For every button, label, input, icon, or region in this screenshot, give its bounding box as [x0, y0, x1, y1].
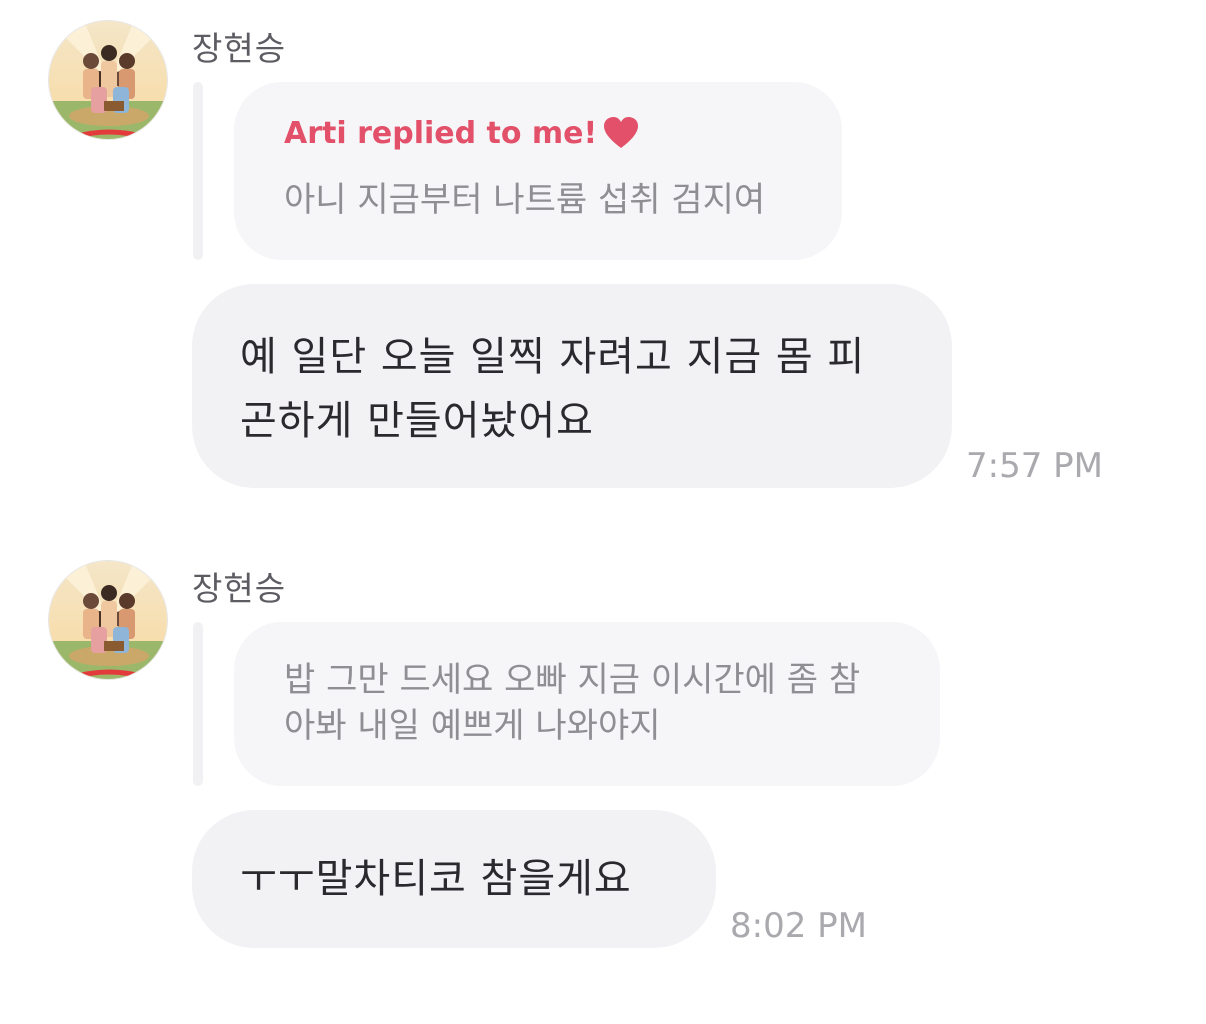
- message-text-line: 곤하게 만들어놨어요: [240, 398, 594, 444]
- reply-text: 아니 지금부터 나트륨 섭취 검지여: [284, 180, 766, 220]
- message-text-line: 예 일단 오늘 일찍 자려고 지금 몸 피: [240, 334, 866, 380]
- avatar[interactable]: [48, 20, 168, 140]
- message-bubble[interactable]: ㅜㅜ말차티코 참을게요: [192, 810, 716, 948]
- message-text-line: ㅜㅜ말차티코 참을게요: [240, 856, 632, 902]
- timestamp: 7:57 PM: [966, 446, 1103, 486]
- message-bubble[interactable]: 예 일단 오늘 일찍 자려고 지금 몸 피 곤하게 만들어놨어요: [192, 284, 952, 488]
- heart-icon: [603, 116, 639, 158]
- reply-indicator: [193, 622, 203, 786]
- group-photo-avatar: [49, 21, 167, 139]
- sender-name: 장현승: [192, 569, 287, 608]
- reply-text-line: 아봐 내일 예쁘게 나와야지: [284, 706, 661, 746]
- quoted-reply[interactable]: Arti replied to me! 아니 지금부터 나트륨 섭취 검지여: [234, 82, 842, 260]
- group-photo-avatar: [49, 561, 167, 679]
- timestamp: 8:02 PM: [730, 906, 867, 946]
- reply-text-line: 밥 그만 드세요 오빠 지금 이시간에 좀 참: [284, 660, 861, 700]
- avatar[interactable]: [48, 560, 168, 680]
- reply-indicator: [193, 82, 203, 260]
- reply-header: Arti replied to me!: [284, 116, 639, 158]
- sender-name: 장현승: [192, 29, 287, 68]
- quoted-reply[interactable]: 밥 그만 드세요 오빠 지금 이시간에 좀 참 아봐 내일 예쁘게 나와야지: [234, 622, 940, 786]
- reply-header-text: Arti replied to me!: [284, 116, 598, 151]
